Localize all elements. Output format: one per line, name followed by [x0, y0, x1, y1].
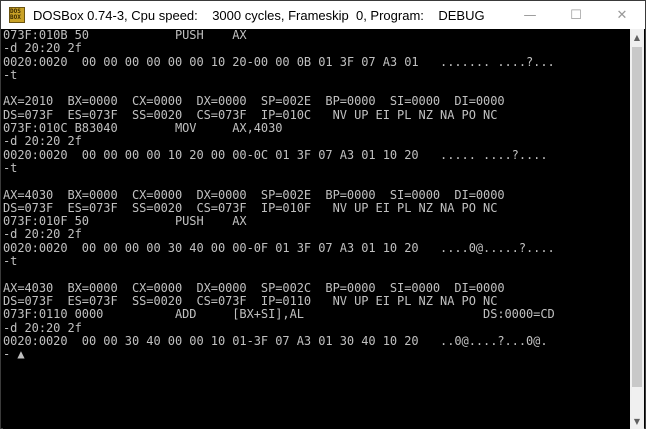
window-controls: — ☐ ✕ — [507, 1, 645, 29]
dosbox-app-icon[interactable]: DOS BOX — [9, 7, 25, 23]
console-line: -t — [3, 254, 18, 269]
maximize-button[interactable]: ☐ — [553, 1, 599, 29]
vertical-scrollbar[interactable]: ▲ ▼ — [630, 29, 644, 429]
minimize-button[interactable]: — — [507, 1, 553, 29]
console-line: -d 20:20 2f — [3, 320, 82, 335]
console-line: 0020:0020 00 00 30 40 00 00 10 01-3F 07 … — [3, 333, 548, 348]
console-line: 073F:010B 50 PUSH AX — [3, 29, 247, 42]
console-line: 073F:010F 50 PUSH AX — [3, 214, 247, 229]
title-bar[interactable]: DOS BOX DOSBox 0.74-3, Cpu speed: 3000 c… — [1, 1, 645, 29]
console-line: -d 20:20 2f — [3, 134, 82, 149]
scroll-up-arrow-icon[interactable]: ▲ — [630, 29, 644, 45]
console-line: 073F:0110 0000 ADD [BX+SI],AL DS:0000=CD — [3, 307, 555, 322]
close-button[interactable]: ✕ — [599, 1, 645, 29]
window-title: DOSBox 0.74-3, Cpu speed: 3000 cycles, F… — [33, 7, 485, 23]
console-line: DS=073F ES=073F SS=0020 CS=073F IP=010C … — [3, 107, 498, 122]
dos-console[interactable]: 073F:010B 50 PUSH AX -d 20:20 2f 0020:0020… — [3, 29, 631, 429]
console-line: - ▲ — [3, 347, 25, 362]
scroll-thumb[interactable] — [632, 47, 642, 387]
console-line: -d 20:20 2f — [3, 41, 82, 56]
console-line: DS=073F ES=073F SS=0020 CS=073F IP=0110 … — [3, 293, 498, 308]
console-line: 0020:0020 00 00 00 00 00 00 10 20-00 00 … — [3, 54, 555, 69]
console-line: AX=2010 BX=0000 CX=0000 DX=0000 SP=002E … — [3, 94, 505, 109]
console-line: -d 20:20 2f — [3, 227, 82, 242]
console-line: AX=4030 BX=0000 CX=0000 DX=0000 SP=002E … — [3, 187, 505, 202]
console-line: DS=073F ES=073F SS=0020 CS=073F IP=010F … — [3, 200, 498, 215]
scroll-down-arrow-icon[interactable]: ▼ — [630, 413, 644, 429]
console-line: -t — [3, 67, 18, 82]
console-line: AX=4030 BX=0000 CX=0000 DX=0000 SP=002C … — [3, 280, 505, 295]
console-line: 073F:010C B83040 MOV AX,4030 — [3, 121, 283, 136]
console-line: -t — [3, 160, 18, 175]
console-line: 0020:0020 00 00 00 00 10 20 00 00-0C 01 … — [3, 147, 548, 162]
console-line: 0020:0020 00 00 00 00 30 40 00 00-0F 01 … — [3, 240, 555, 255]
dosbox-window: DOS BOX DOSBox 0.74-3, Cpu speed: 3000 c… — [0, 0, 646, 429]
